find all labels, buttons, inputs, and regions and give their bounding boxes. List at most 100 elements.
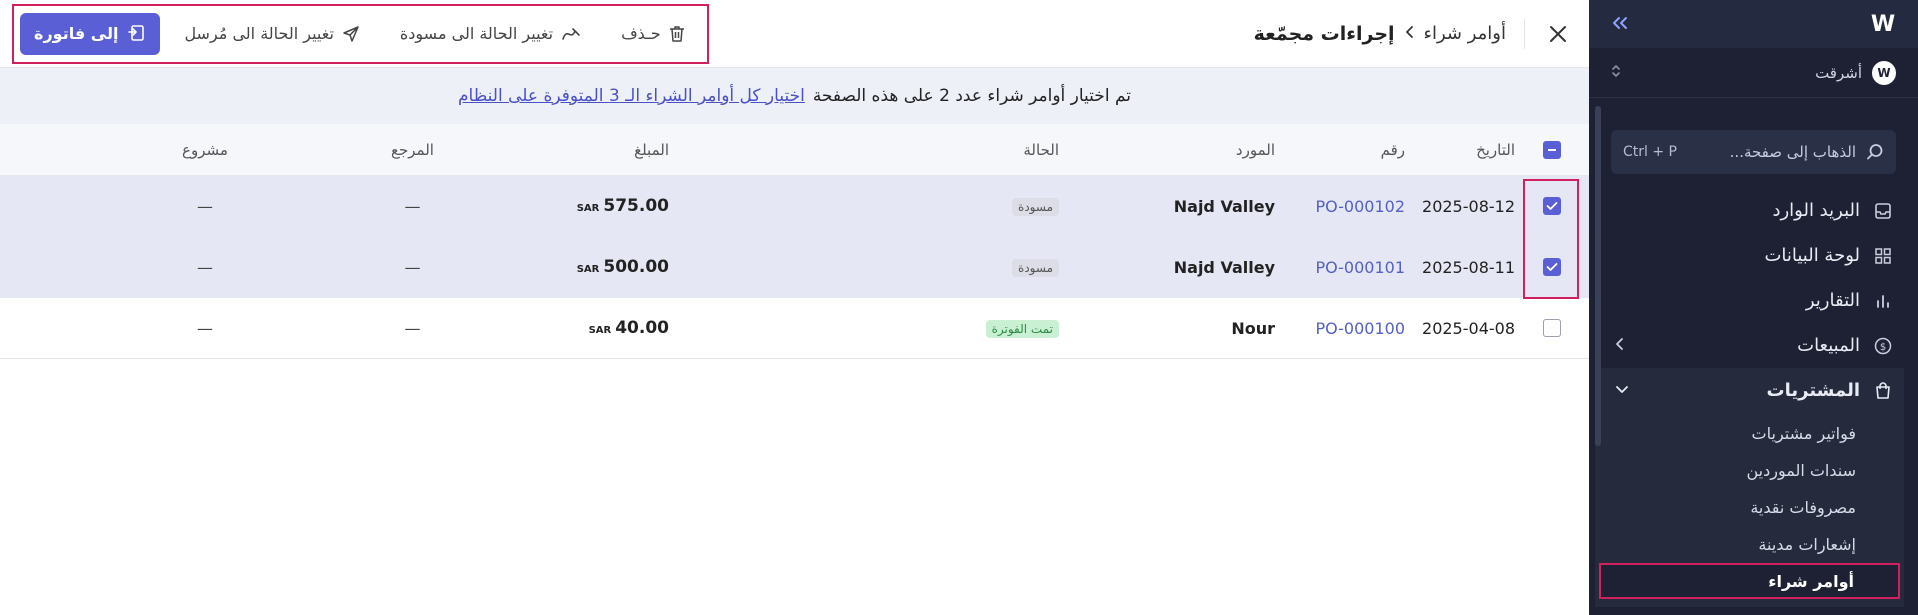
currency-code: SAR: [588, 325, 612, 336]
row-checkbox[interactable]: [1543, 319, 1561, 337]
sidebar-subitem-cash-expenses[interactable]: مصروفات نقدية: [1595, 489, 1904, 526]
to-draft-label: تغيير الحالة الى مسودة: [399, 24, 554, 43]
collapse-icon[interactable]: [1611, 14, 1629, 35]
po-number-link[interactable]: PO-000100: [1315, 319, 1405, 338]
sidebar-subitem-purchase-invoices[interactable]: فواتير مشتريات: [1595, 415, 1904, 452]
po-number-link[interactable]: PO-000102: [1315, 197, 1405, 216]
po-number-link[interactable]: PO-000101: [1315, 258, 1405, 277]
sidebar-item-reports[interactable]: التقارير: [1589, 278, 1918, 323]
select-all-link[interactable]: اختيار كل أوامر الشراء الـ 3 المتوفرة عل…: [458, 86, 805, 106]
amount-value: 40.00: [615, 318, 669, 338]
cell-project: —: [197, 196, 213, 216]
row-checkbox[interactable]: [1543, 258, 1561, 276]
column-header-vendor[interactable]: المورد: [1059, 141, 1275, 159]
draft-icon: [561, 25, 581, 43]
cell-date: 2025-08-11: [1422, 257, 1515, 277]
sidebar-scrollbar[interactable]: [1595, 106, 1601, 446]
change-to-sent-button[interactable]: تغيير الحالة الى مُرسل: [168, 14, 375, 54]
status-badge: تمت الفوترة: [985, 320, 1059, 338]
select-all-checkbox[interactable]: [1543, 140, 1561, 159]
table-row[interactable]: 2025-04-08 PO-000100 Nour تمت الفوترة SA…: [0, 298, 1589, 359]
sidebar-item-label: المبيعات: [1797, 335, 1860, 356]
trash-icon: [669, 25, 685, 43]
sidebar-item-label: التقارير: [1805, 290, 1860, 311]
delete-button[interactable]: حـذف: [605, 14, 701, 54]
bulk-actions-bar: حـذف تغيير الحالة الى مسودة تغيير الحالة…: [12, 3, 709, 64]
amount-value: 575.00: [603, 196, 669, 216]
vendor-name: Nour: [1231, 318, 1275, 338]
sidebar-item-sales[interactable]: $ المبيعات: [1589, 323, 1918, 368]
sidebar-header: W: [1589, 0, 1918, 48]
chevron-left-icon: [1405, 24, 1414, 43]
cell-date: 2025-04-08: [1422, 318, 1515, 338]
change-to-draft-button[interactable]: تغيير الحالة الى مسودة: [384, 14, 597, 54]
cell-status: تمت الفوترة: [669, 318, 1059, 338]
breadcrumb-parent[interactable]: أوامر شراء: [1424, 23, 1506, 44]
invoice-icon: [126, 24, 146, 44]
search-input[interactable]: الذهاب إلى صفحة...: [1687, 143, 1856, 161]
chevron-down-icon: [1615, 383, 1629, 399]
breadcrumb: أوامر شراء إجراءات مجمّعة: [1254, 23, 1506, 45]
cell-project: —: [197, 318, 213, 338]
search-box[interactable]: الذهاب إلى صفحة... Ctrl + P: [1611, 130, 1896, 174]
svg-text:$: $: [1880, 342, 1886, 353]
cell-reference: —: [404, 318, 421, 338]
sidebar-item-label: لوحة البيانات: [1764, 245, 1860, 266]
status-badge: مسودة: [1012, 198, 1059, 216]
column-header-reference[interactable]: المرجع: [295, 141, 530, 159]
sidebar-subitem-purchase-orders[interactable]: أوامر شراء: [1599, 563, 1900, 599]
logo-icon[interactable]: W: [1870, 12, 1896, 37]
row-checkbox[interactable]: [1543, 197, 1561, 215]
column-header-amount[interactable]: المبلغ: [530, 141, 669, 159]
cell-date: 2025-08-12: [1422, 196, 1515, 216]
sidebar-item-dashboard[interactable]: لوحة البيانات: [1589, 233, 1918, 278]
org-switcher[interactable]: W أشرقت: [1589, 48, 1918, 98]
selection-banner: تم اختيار أوامر شراء عدد 2 على هذه الصفح…: [0, 68, 1589, 124]
sidebar-item-purchases[interactable]: المشتريات: [1595, 368, 1904, 413]
cell-reference: —: [404, 196, 421, 216]
main-content: أوامر شراء إجراءات مجمّعة حـذف تغيير الح…: [0, 0, 1589, 615]
column-header-project[interactable]: مشروع: [115, 141, 295, 159]
purchases-submenu: فواتير مشتريات سندات الموردين مصروفات نق…: [1595, 413, 1904, 607]
inbox-icon: [1874, 202, 1892, 220]
cell-project: —: [197, 257, 213, 277]
to-invoice-button[interactable]: إلى فاتورة: [20, 12, 161, 55]
purchases-icon: [1874, 381, 1892, 400]
vendor-name: Najd Valley: [1173, 196, 1275, 216]
table-header: التاريخ رقم المورد الحالة المبلغ المرجع …: [0, 124, 1589, 176]
column-header-date[interactable]: التاريخ: [1405, 141, 1515, 159]
cell-vendor: Najd Valley: [1059, 197, 1275, 216]
search-shortcut: Ctrl + P: [1623, 144, 1677, 160]
sidebar-subitem-debit-notes[interactable]: إشعارات مدينة: [1595, 526, 1904, 563]
status-badge: مسودة: [1012, 259, 1059, 277]
org-avatar: W: [1872, 60, 1896, 85]
chevron-left-icon: [1615, 337, 1625, 355]
purchase-orders-table: التاريخ رقم المورد الحالة المبلغ المرجع …: [0, 124, 1589, 359]
reports-icon: [1874, 292, 1892, 310]
header-checkbox-cell: [1515, 140, 1589, 159]
sidebar-subitem-vendor-bonds[interactable]: سندات الموردين: [1595, 452, 1904, 489]
dashboard-icon: [1874, 247, 1892, 265]
cell-amount: SAR 575.00: [530, 196, 669, 216]
close-icon[interactable]: [1541, 17, 1575, 51]
divider: [1524, 18, 1525, 49]
sidebar-item-inbox[interactable]: البريد الوارد: [1589, 188, 1918, 233]
selection-count-text: تم اختيار أوامر شراء عدد 2 على هذه الصفح…: [812, 86, 1131, 106]
sidebar-nav: البريد الوارد لوحة البيانات التقارير $ ا…: [1589, 188, 1918, 607]
cell-number: PO-000102: [1275, 197, 1405, 216]
table-row[interactable]: 2025-08-12 PO-000102 Najd Valley مسودة S…: [0, 176, 1589, 237]
currency-code: SAR: [576, 264, 600, 275]
cell-number: PO-000101: [1275, 258, 1405, 277]
send-icon: [342, 25, 360, 43]
page-title: إجراءات مجمّعة: [1253, 22, 1395, 45]
cell-amount: SAR 500.00: [530, 257, 669, 277]
amount-value: 500.00: [603, 257, 669, 277]
table-row[interactable]: 2025-08-11 PO-000101 Najd Valley مسودة S…: [0, 237, 1589, 298]
column-header-number[interactable]: رقم: [1275, 141, 1405, 159]
column-header-status[interactable]: الحالة: [669, 141, 1059, 159]
row-checkbox-cell: [1515, 258, 1589, 276]
top-bar: أوامر شراء إجراءات مجمّعة حـذف تغيير الح…: [0, 0, 1589, 68]
cell-reference: —: [404, 257, 421, 277]
to-invoice-label: إلى فاتورة: [34, 24, 119, 43]
currency-code: SAR: [576, 203, 600, 214]
